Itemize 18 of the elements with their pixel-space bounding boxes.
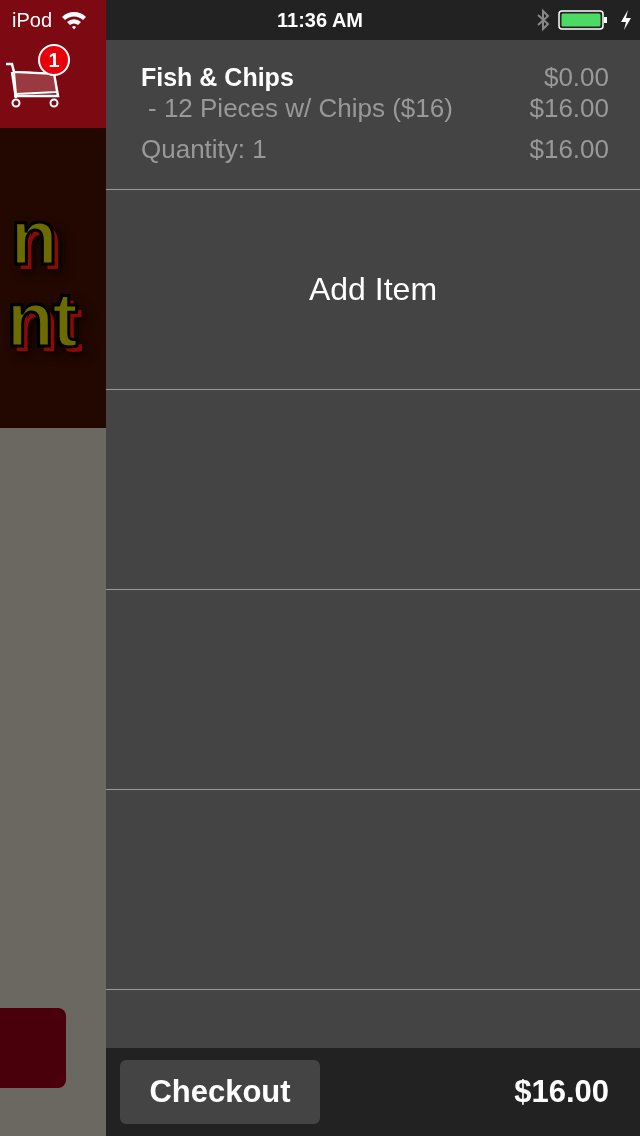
clock: 11:36 AM — [277, 8, 363, 31]
banner-title: n — [10, 196, 56, 278]
option-price: $16.00 — [529, 93, 609, 124]
cart-count-badge: 1 — [38, 44, 70, 76]
item-price: $0.00 — [543, 62, 609, 93]
charging-icon — [620, 9, 632, 31]
item-name: Fish & Chips — [141, 63, 294, 92]
item-quantity: Quantity: 1 — [141, 134, 267, 165]
carrier-label: iPod — [12, 8, 53, 32]
wifi-icon — [60, 10, 89, 30]
item-total: $16.00 — [529, 134, 609, 165]
item-option: - 12 Pieces w/ Chips ($16) — [141, 93, 453, 124]
checkout-button[interactable]: Checkout — [120, 1060, 320, 1124]
order-total: $16.00 — [514, 1074, 609, 1110]
bluetooth-icon — [536, 8, 550, 32]
add-item-button[interactable]: Add Item — [308, 271, 438, 308]
banner-title: nt — [6, 278, 76, 360]
order-item[interactable]: Fish & Chips $0.00 - 12 Pieces w/ Chips ($16) $16.00 Quantity: 1 $16.00 — [106, 40, 640, 190]
